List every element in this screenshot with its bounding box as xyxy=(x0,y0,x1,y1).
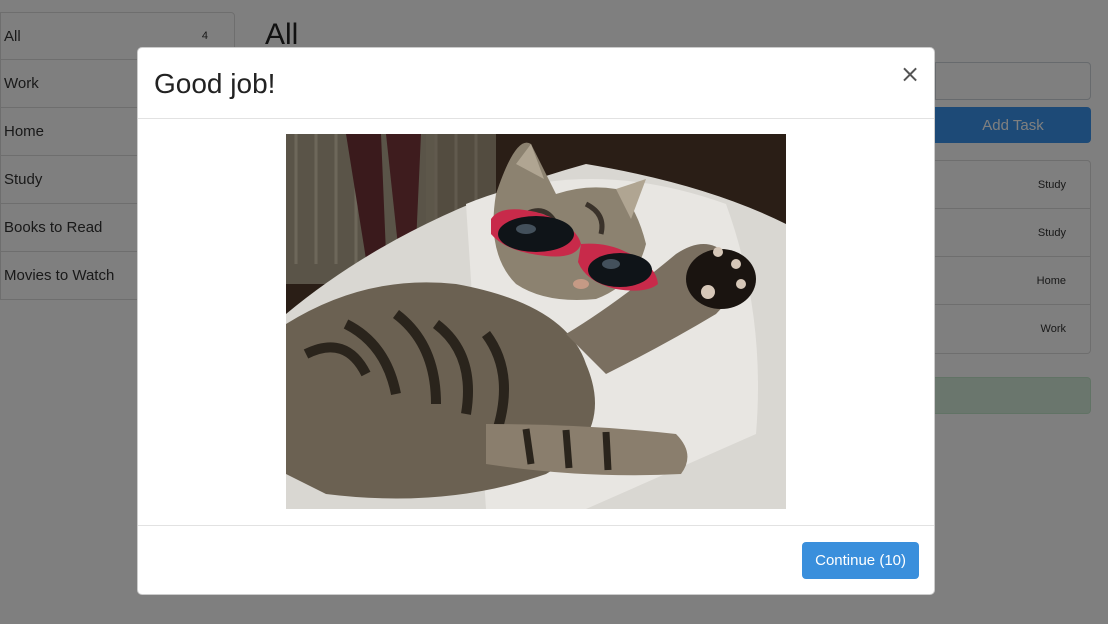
reward-modal: Good job! × Continue (10) xyxy=(137,47,935,595)
continue-button[interactable]: Continue (10) xyxy=(802,542,919,579)
modal-footer: Continue (10) xyxy=(138,526,934,595)
modal-header: Good job! × xyxy=(138,48,934,119)
modal-body xyxy=(138,119,934,526)
close-button[interactable]: × xyxy=(900,62,920,86)
modal-title: Good job! xyxy=(154,68,276,99)
cat-photo xyxy=(286,134,786,509)
